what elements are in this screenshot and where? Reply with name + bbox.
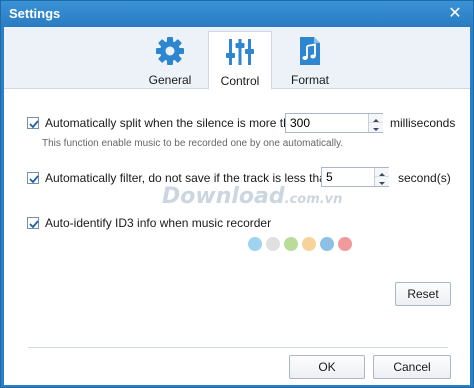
checkmark-icon — [29, 220, 39, 229]
tab-general[interactable]: General — [138, 31, 202, 89]
split-unit: milliseconds — [390, 116, 456, 130]
footer-divider — [28, 347, 448, 348]
split-duration-input[interactable] — [286, 114, 366, 132]
split-label: Automatically split when the silence is … — [45, 116, 304, 130]
split-increment-button[interactable] — [369, 114, 383, 123]
arrow-down-icon — [379, 182, 385, 185]
checkmark-icon — [29, 120, 39, 129]
music-file-icon — [300, 37, 320, 65]
filter-unit: second(s) — [398, 171, 451, 185]
window-title: Settings — [9, 6, 61, 21]
tab-bar: General Control Format — [4, 27, 470, 90]
filter-label: Automatically filter, do not save if the… — [45, 171, 333, 185]
watermark-dot — [248, 237, 262, 251]
arrow-down-icon — [373, 128, 379, 131]
spin-arrows — [368, 114, 383, 132]
tab-control[interactable]: Control — [208, 31, 272, 90]
ok-button[interactable]: OK — [289, 355, 365, 379]
filter-increment-button[interactable] — [375, 168, 389, 177]
cancel-button[interactable]: Cancel — [373, 355, 451, 379]
tab-general-label: General — [148, 73, 192, 87]
watermark: Download.com.vn — [162, 184, 372, 251]
tab-format-label: Format — [290, 73, 329, 87]
gear-icon — [156, 37, 184, 65]
id3-checkbox[interactable] — [27, 217, 39, 229]
reset-button[interactable]: Reset — [395, 282, 451, 306]
sliders-icon — [226, 39, 254, 65]
split-hint: This function enable music to be recorde… — [42, 138, 344, 149]
close-button[interactable]: ✕ — [445, 4, 465, 24]
watermark-dot — [320, 237, 334, 251]
split-duration-spinbox[interactable] — [285, 113, 383, 133]
watermark-dot — [284, 237, 298, 251]
id3-label: Auto-identify ID3 info when music record… — [45, 216, 272, 230]
tab-control-label: Control — [220, 74, 260, 88]
title-bar[interactable]: Settings ✕ — [1, 1, 473, 27]
filter-checkbox[interactable] — [27, 172, 39, 184]
split-decrement-button[interactable] — [369, 123, 383, 132]
filter-decrement-button[interactable] — [375, 177, 389, 186]
checkmark-icon — [29, 175, 39, 184]
split-checkbox[interactable] — [27, 117, 39, 129]
tab-format[interactable]: Format — [278, 31, 342, 89]
watermark-dot — [338, 237, 352, 251]
watermark-dot — [302, 237, 316, 251]
settings-window: Settings ✕ General Control Format Automa… — [0, 0, 474, 388]
dialog-body: General Control Format Automatically spl… — [4, 27, 470, 385]
spin-arrows — [374, 168, 389, 186]
watermark-text: Download.com.vn — [162, 184, 343, 209]
watermark-dot — [266, 237, 280, 251]
